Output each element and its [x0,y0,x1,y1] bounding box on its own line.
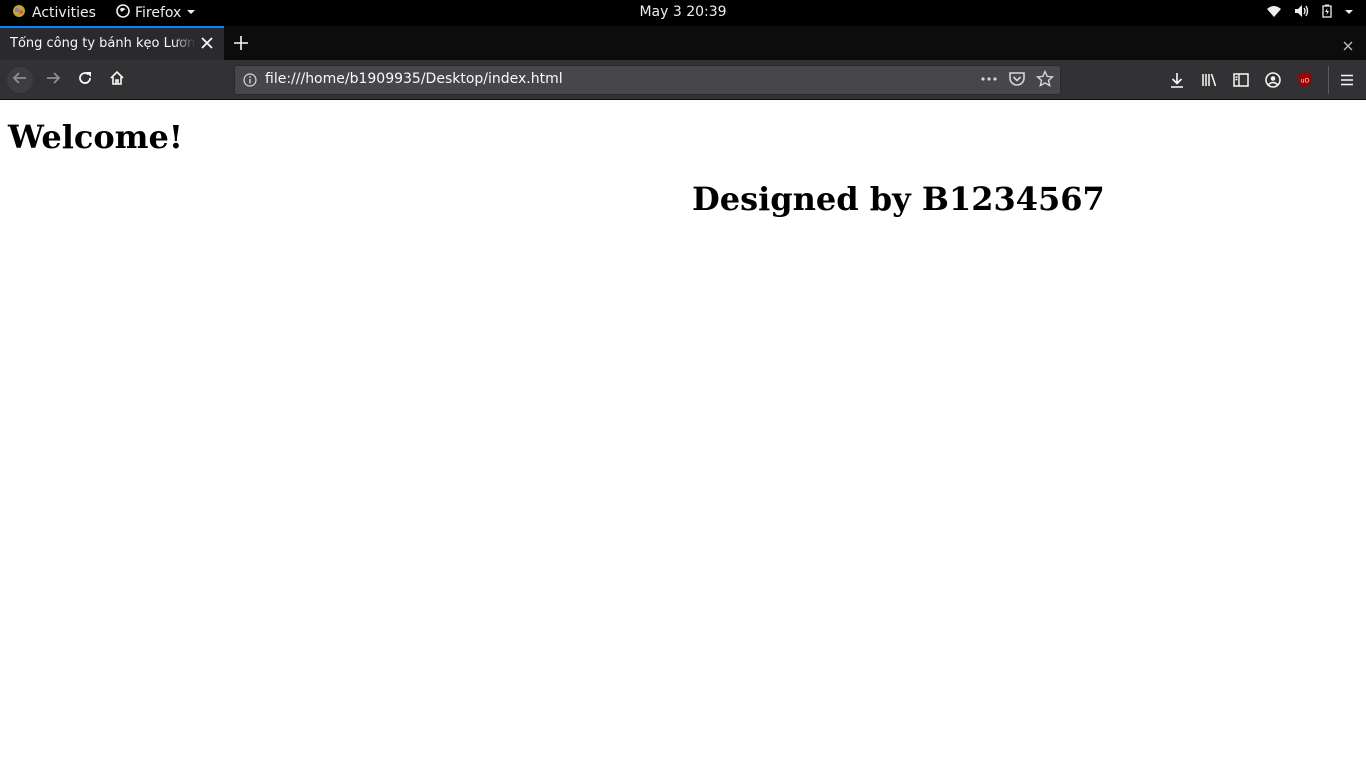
close-icon[interactable] [200,36,214,50]
wifi-icon [1266,4,1282,22]
forward-button[interactable] [40,67,66,93]
back-button[interactable] [7,67,33,93]
firefox-icon [116,4,130,22]
sidebar-icon[interactable] [1232,71,1250,89]
account-icon[interactable] [1264,71,1282,89]
navigation-toolbar: file:///home/b1909935/Desktop/index.html [0,60,1366,100]
arrow-right-icon [45,70,61,90]
tab-active[interactable]: Tổng công ty bánh kẹo Lương [0,26,224,60]
library-icon[interactable] [1200,71,1218,89]
page-content: Welcome! Designed by B1234567 [0,101,1366,768]
url-bar[interactable]: file:///home/b1909935/Desktop/index.html [234,65,1061,95]
home-button[interactable] [104,67,130,93]
toolbar-separator [1328,66,1329,94]
volume-icon [1294,4,1310,22]
clock-container: May 3 20:39 [0,4,1366,20]
chevron-down-icon [186,5,196,21]
new-tab-button[interactable] [232,34,250,52]
welcome-heading: Welcome! [8,118,183,156]
clock[interactable]: May 3 20:39 [639,4,726,20]
system-top-bar: Activities Firefox May 3 20:39 [0,0,1366,26]
window-close-icon[interactable] [1342,37,1354,51]
app-menu-label: Firefox [135,5,182,21]
reload-icon [77,70,93,90]
battery-icon [1322,4,1332,22]
tab-strip: Tổng công ty bánh kẹo Lương [0,26,1366,60]
url-text[interactable]: file:///home/b1909935/Desktop/index.html [265,71,563,87]
info-icon[interactable] [242,72,258,88]
gnome-logo-icon [12,4,26,22]
system-status-area[interactable] [1266,4,1354,22]
download-icon[interactable] [1168,71,1186,89]
designed-by-heading: Designed by B1234567 [692,180,1105,218]
more-actions-icon[interactable] [980,70,998,88]
activities-label: Activities [32,5,96,21]
pocket-icon[interactable] [1008,70,1026,88]
home-icon [109,70,125,90]
reload-button[interactable] [72,67,98,93]
chevron-down-icon [1344,5,1354,21]
arrow-left-icon [12,70,28,90]
svg-text:uO: uO [1301,78,1310,85]
hamburger-menu-icon[interactable] [1338,71,1356,89]
bookmark-star-icon[interactable] [1036,70,1054,88]
tab-title: Tổng công ty bánh kẹo Lương [10,36,196,51]
activities-button[interactable]: Activities [12,4,96,22]
ublock-icon[interactable]: uO [1296,71,1314,89]
url-bar-actions [980,70,1054,88]
app-menu-firefox[interactable]: Firefox [116,4,196,22]
